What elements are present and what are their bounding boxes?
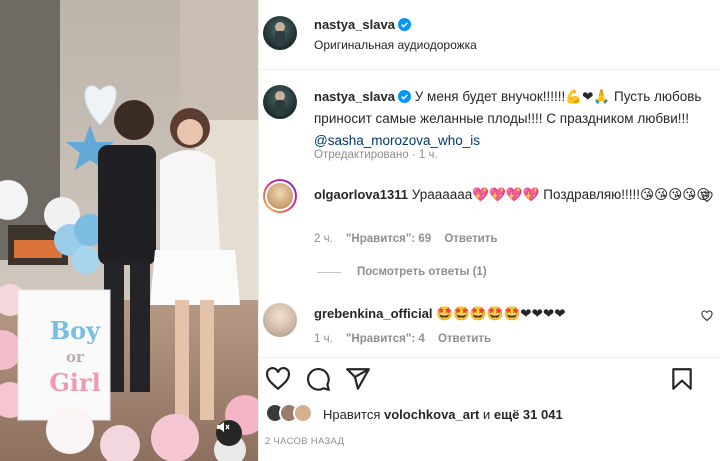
likes-user[interactable]: volochkova_art [384, 407, 479, 422]
box-text-or: or [66, 348, 84, 366]
box-text-boy: Boy [49, 316, 101, 345]
caption-emojis: 💪❤🙏 [565, 89, 611, 105]
comment-username[interactable]: grebenkina_official [314, 306, 432, 321]
action-bar [259, 357, 720, 397]
avatar-figure [275, 22, 285, 47]
comment-emojis-kiss: 😘😘😘😘😘 [640, 187, 711, 203]
comment-emojis-hearts: 💖💖💖💖 [472, 187, 540, 203]
avatar-ring [265, 181, 295, 211]
likes-summary: Нравится volochkova_art и ещё 31 041 [265, 403, 563, 425]
caption-time[interactable]: 1 ч. [419, 149, 438, 161]
post-caption: nastya_slava У меня будет внучок!!!!!!💪❤… [314, 86, 714, 152]
comments-section: nastya_slava У меня будет внучок!!!!!!💪❤… [259, 71, 720, 357]
box-lettering: Boy or Girl [35, 318, 115, 396]
likes-middle: и [483, 406, 491, 422]
comment-like-heart-icon[interactable] [701, 191, 713, 203]
comment-grebenkina_official: grebenkina_official 🤩🤩🤩🤩🤩❤❤❤❤ [314, 303, 714, 325]
box-text-girl: Girl [49, 368, 101, 397]
verified-icon [397, 18, 411, 31]
comment-emojis: 🤩🤩🤩🤩🤩❤❤❤❤ [436, 306, 566, 322]
audio-label[interactable]: Оригинальная аудиодорожка [314, 38, 477, 52]
liker-avatar [293, 403, 313, 423]
comment-likes-count[interactable]: "Нравится": 69 [346, 233, 431, 245]
comment-avatar-olgaorlova1311[interactable] [263, 179, 297, 213]
caption-avatar[interactable] [263, 85, 297, 119]
comment-username[interactable]: olgaorlova1311 [314, 187, 408, 202]
mute-button[interactable] [216, 420, 242, 446]
replies-divider [317, 271, 341, 273]
comment-meta: 1 ч. "Нравится": 4 Ответить [314, 333, 501, 345]
comment-likes-count[interactable]: "Нравится": 4 [346, 333, 425, 345]
caption-text-1: У меня будет внучок!!!!!! [414, 89, 566, 104]
comment-icon[interactable] [305, 366, 331, 392]
liker-avatars [265, 403, 317, 425]
comment-avatar-grebenkina_official[interactable] [263, 303, 297, 337]
verified-icon [397, 90, 411, 103]
share-icon[interactable] [345, 366, 371, 392]
likes-prefix: Нравится [323, 406, 381, 422]
author-username[interactable]: nastya_slava [314, 17, 411, 32]
post-date[interactable]: 2 ЧАСОВ НАЗАД [265, 436, 344, 447]
avatar-figure [275, 91, 285, 116]
sound-off-icon [217, 422, 230, 432]
post-panel: nastya_slava Оригинальная аудиодорожка n… [258, 0, 720, 461]
comment-time[interactable]: 1 ч. [314, 333, 333, 345]
comment-olgaorlova1311: olgaorlova1311 Ураааааа💖💖💖💖 Поздравляю!!… [314, 184, 714, 206]
heart-icon[interactable] [265, 366, 291, 392]
view-replies-button[interactable]: Посмотреть ответы (1) [317, 266, 487, 278]
caption-mention-link[interactable]: @sasha_morozova_who_is [314, 133, 480, 148]
bookmark-icon[interactable] [669, 366, 695, 392]
comment-time[interactable]: 2 ч. [314, 233, 333, 245]
edited-label: Отредактировано [314, 149, 409, 161]
comment-like-heart-icon[interactable] [701, 310, 713, 322]
author-username-text[interactable]: nastya_slava [314, 17, 395, 32]
comment-text: Ураааааа [411, 187, 473, 202]
caption-username[interactable]: nastya_slava [314, 89, 411, 104]
post-header: nastya_slava Оригинальная аудиодорожка [259, 0, 720, 70]
caption-meta: Отредактировано · 1 ч. [314, 149, 438, 161]
author-avatar[interactable] [263, 16, 297, 50]
comment-reply-button[interactable]: Ответить [444, 233, 497, 245]
comment-meta: 2 ч. "Нравится": 69 Ответить [314, 233, 508, 245]
view-replies-label[interactable]: Посмотреть ответы (1) [357, 266, 487, 278]
avatar-image [267, 183, 293, 209]
comment-reply-button[interactable]: Ответить [438, 333, 491, 345]
post-media[interactable]: Boy or Girl [0, 0, 258, 461]
caption-username-text[interactable]: nastya_slava [314, 89, 395, 104]
comment-text-2: Поздравляю!!!!! [543, 187, 641, 202]
likes-others[interactable]: ещё 31 041 [494, 407, 563, 422]
